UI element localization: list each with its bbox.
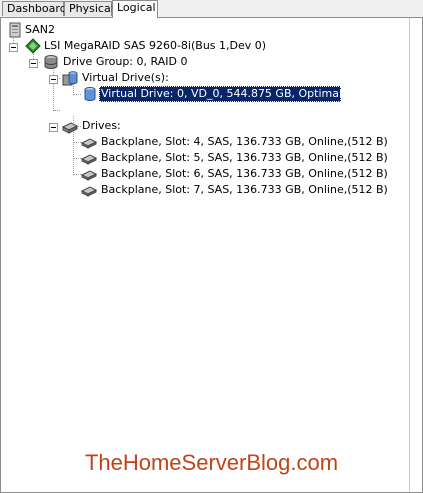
drive-group-icon — [44, 55, 58, 69]
watermark-text: TheHomeServerBlog.com — [84, 450, 339, 475]
tab-dashboard-label: Dashboard — [7, 2, 67, 15]
drive-label: Backplane, Slot: 5, SAS, 136.733 GB, Onl… — [101, 151, 388, 164]
drives-label: Drives: — [82, 119, 121, 132]
hard-drive-icon — [81, 186, 97, 197]
drive-label: Backplane, Slot: 6, SAS, 136.733 GB, Onl… — [101, 167, 388, 180]
virtual-drive-cylinder-icon — [84, 87, 96, 101]
virtual-drives-icon — [62, 71, 78, 86]
hard-drive-icon — [81, 170, 97, 181]
tab-physical[interactable]: Physical — [64, 1, 114, 16]
tree-node-virtual-drives[interactable]: Virtual Drive(s): — [1, 70, 401, 86]
tree-node-drive[interactable]: Backplane, Slot: 4, SAS, 136.733 GB, Onl… — [1, 134, 401, 150]
root-label: SAN2 — [25, 23, 55, 36]
tree-node-drive[interactable]: Backplane, Slot: 5, SAS, 136.733 GB, Onl… — [1, 150, 401, 166]
tree-node-drives[interactable]: Drives: — [1, 118, 401, 134]
virtual-drives-label: Virtual Drive(s): — [82, 71, 169, 84]
drives-group-icon — [62, 122, 78, 134]
tree-node-virtual-drive[interactable]: Virtual Drive: 0, VD_0, 544.875 GB, Opti… — [1, 86, 401, 102]
tab-bar: Dashboard Physical Logical — [0, 0, 423, 18]
hard-drive-icon — [81, 154, 97, 165]
controller-label: LSI MegaRAID SAS 9260-8i(Bus 1,Dev 0) — [44, 39, 267, 52]
tab-logical-label: Logical — [117, 1, 156, 14]
tab-physical-label: Physical — [69, 2, 114, 15]
tree-connector — [54, 110, 60, 111]
tree-node-drive[interactable]: Backplane, Slot: 7, SAS, 136.733 GB, Onl… — [1, 182, 401, 198]
tree-node-controller[interactable]: LSI MegaRAID SAS 9260-8i(Bus 1,Dev 0) — [1, 38, 401, 54]
drive-label: Backplane, Slot: 7, SAS, 136.733 GB, Onl… — [101, 183, 388, 196]
hard-drive-icon — [81, 138, 97, 149]
tree-node-drive-group[interactable]: Drive Group: 0, RAID 0 — [1, 54, 401, 70]
tab-dashboard[interactable]: Dashboard — [2, 1, 67, 16]
vertical-scrollbar-track[interactable] — [409, 18, 422, 492]
tree-node-root[interactable]: SAN2 — [1, 22, 401, 38]
controller-diamond-icon — [25, 38, 41, 54]
server-icon — [9, 22, 21, 38]
drive-label: Backplane, Slot: 4, SAS, 136.733 GB, Onl… — [101, 135, 388, 148]
drive-group-label: Drive Group: 0, RAID 0 — [63, 55, 188, 68]
tree-node-drive[interactable]: Backplane, Slot: 6, SAS, 136.733 GB, Onl… — [1, 166, 401, 182]
tab-logical[interactable]: Logical — [112, 0, 158, 18]
logical-tree-panel: SAN2 LSI MegaRAID SAS 9260-8i(Bus 1,Dev … — [0, 17, 423, 493]
virtual-drive-label: Virtual Drive: 0, VD_0, 544.875 GB, Opti… — [99, 86, 343, 102]
logical-tree: SAN2 LSI MegaRAID SAS 9260-8i(Bus 1,Dev … — [1, 18, 406, 492]
